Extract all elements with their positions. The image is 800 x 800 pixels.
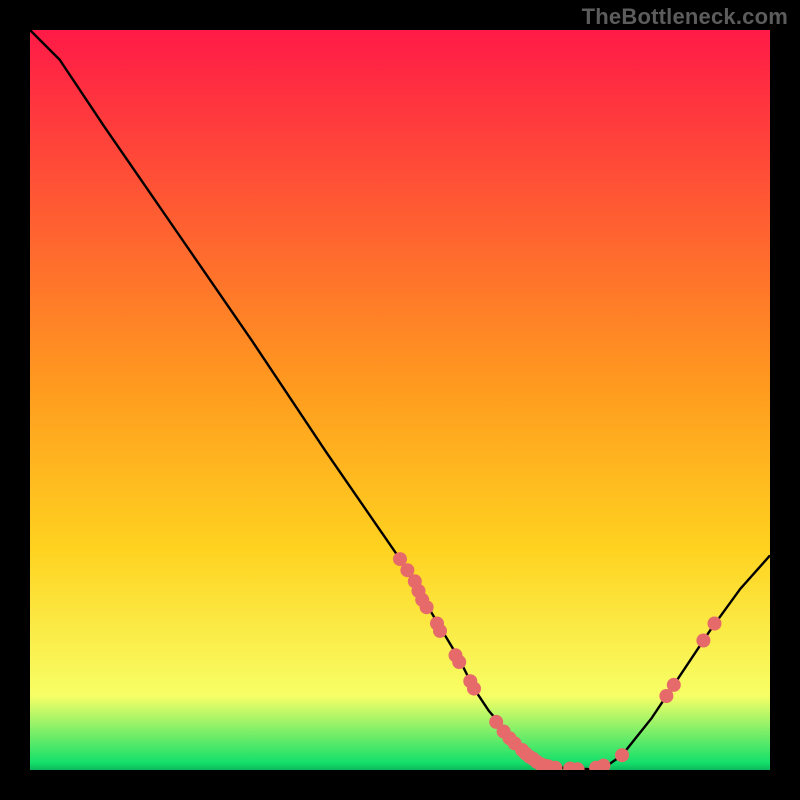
data-point xyxy=(696,634,710,648)
attribution-text: TheBottleneck.com xyxy=(582,4,788,30)
data-point xyxy=(615,748,629,762)
data-point xyxy=(420,600,434,614)
plot-svg xyxy=(30,30,770,770)
data-point xyxy=(433,624,447,638)
chart-stage: TheBottleneck.com xyxy=(0,0,800,800)
data-point xyxy=(667,678,681,692)
data-point xyxy=(467,682,481,696)
plot-area xyxy=(30,30,770,770)
data-point xyxy=(452,655,466,669)
gradient-background xyxy=(30,30,770,770)
data-point xyxy=(708,617,722,631)
